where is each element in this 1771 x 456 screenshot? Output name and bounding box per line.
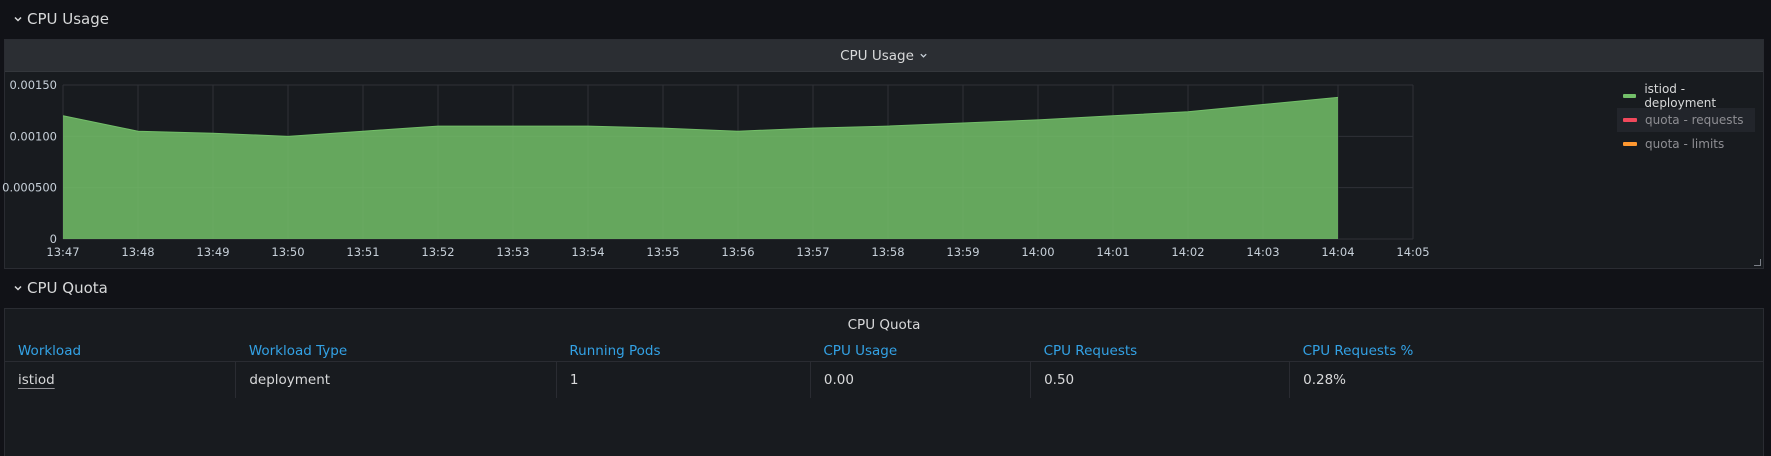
column-header[interactable]: CPU Requests [1030, 340, 1290, 362]
x-tick-label: 13:53 [496, 245, 529, 259]
row-title: CPU Usage [27, 10, 110, 28]
x-tick-label: 13:49 [196, 245, 229, 259]
legend-item[interactable]: istiod - deployment [1617, 82, 1755, 110]
table-row: istiod deployment 1 0.00 0.50 0.28% [5, 361, 1763, 398]
x-tick-label: 13:51 [346, 245, 379, 259]
row-cpu-quota-header[interactable]: CPU Quota [13, 277, 108, 299]
x-tick-label: 13:56 [721, 245, 754, 259]
table-cell: 1 [556, 361, 811, 398]
column-header[interactable]: CPU Usage [810, 340, 1031, 362]
cpu-usage-chart[interactable]: 13:47 13:48 13:49 13:50 13:51 13:52 13:53 13:54… [2, 72, 1605, 270]
legend-label: quota - requests [1645, 113, 1744, 127]
y-tick-label: 0.000500 [2, 181, 57, 195]
column-header[interactable]: CPU Requests % [1289, 340, 1763, 362]
x-tick-label: 14:00 [1021, 245, 1054, 259]
x-tick-label: 13:48 [121, 245, 154, 259]
x-tick-label: 14:05 [1396, 245, 1429, 259]
y-tick-label: 0 [50, 232, 57, 246]
x-tick-label: 13:54 [571, 245, 604, 259]
x-tick-label: 14:04 [1321, 245, 1354, 259]
x-tick-label: 13:50 [271, 245, 304, 259]
x-tick-label: 13:55 [646, 245, 679, 259]
chevron-down-icon [14, 16, 22, 22]
legend-swatch [1623, 94, 1637, 98]
x-tick-label: 13:57 [796, 245, 829, 259]
y-tick-label: 0.00100 [9, 129, 57, 143]
x-tick-label: 13:59 [946, 245, 979, 259]
legend-swatch [1623, 118, 1637, 122]
row-title: CPU Quota [27, 279, 108, 297]
x-tick-label: 14:02 [1171, 245, 1204, 259]
column-header[interactable]: Running Pods [556, 340, 811, 362]
table-header-row: Workload Workload Type Running Pods CPU Usa… [5, 340, 1763, 362]
panel-header[interactable]: CPU Quota [5, 309, 1763, 340]
table-cell: 0.00 [810, 361, 1032, 398]
chevron-down-icon [920, 53, 927, 58]
y-tick-label: 0.00150 [9, 78, 57, 92]
legend-label: istiod - deployment [1644, 82, 1717, 110]
legend-item[interactable]: quota - requests [1617, 108, 1755, 132]
legend-item[interactable]: quota - limits [1617, 132, 1755, 156]
table-cell: 0.28% [1289, 361, 1763, 398]
table-cell[interactable]: istiod [5, 361, 237, 398]
panel-header[interactable]: CPU Usage [5, 40, 1763, 72]
x-tick-label: 13:52 [421, 245, 454, 259]
series-area [63, 97, 1338, 239]
table-cell: deployment [235, 361, 557, 398]
cpu-quota-panel: CPU Quota Workload Workload Type Running P… [4, 308, 1764, 456]
legend-label: quota - limits [1645, 137, 1725, 151]
column-header[interactable]: Workload [5, 340, 236, 362]
chart-legend: istiod - deployment quota - requests quota… [1617, 82, 1755, 156]
x-tick-label: 13:47 [46, 245, 79, 259]
table-cell: 0.50 [1030, 361, 1291, 398]
x-tick-label: 14:03 [1246, 245, 1279, 259]
cpu-usage-panel: CPU Usage 13:47 13:48 13:49 13:50 13:51 13:52… [2, 39, 1764, 270]
column-header[interactable]: Workload Type [235, 340, 557, 362]
panel-title: CPU Quota [847, 316, 921, 333]
x-tick-label: 14:01 [1096, 245, 1129, 259]
row-cpu-usage-header[interactable]: CPU Usage [13, 8, 109, 30]
panel-title: CPU Usage [840, 47, 914, 64]
resize-handle[interactable] [1754, 259, 1761, 266]
workload-link[interactable]: istiod [18, 372, 55, 388]
legend-swatch [1623, 142, 1637, 146]
chevron-down-icon [14, 285, 22, 291]
quota-table: Workload Workload Type Running Pods CPU Usa… [5, 340, 1763, 398]
x-tick-label: 13:58 [871, 245, 904, 259]
